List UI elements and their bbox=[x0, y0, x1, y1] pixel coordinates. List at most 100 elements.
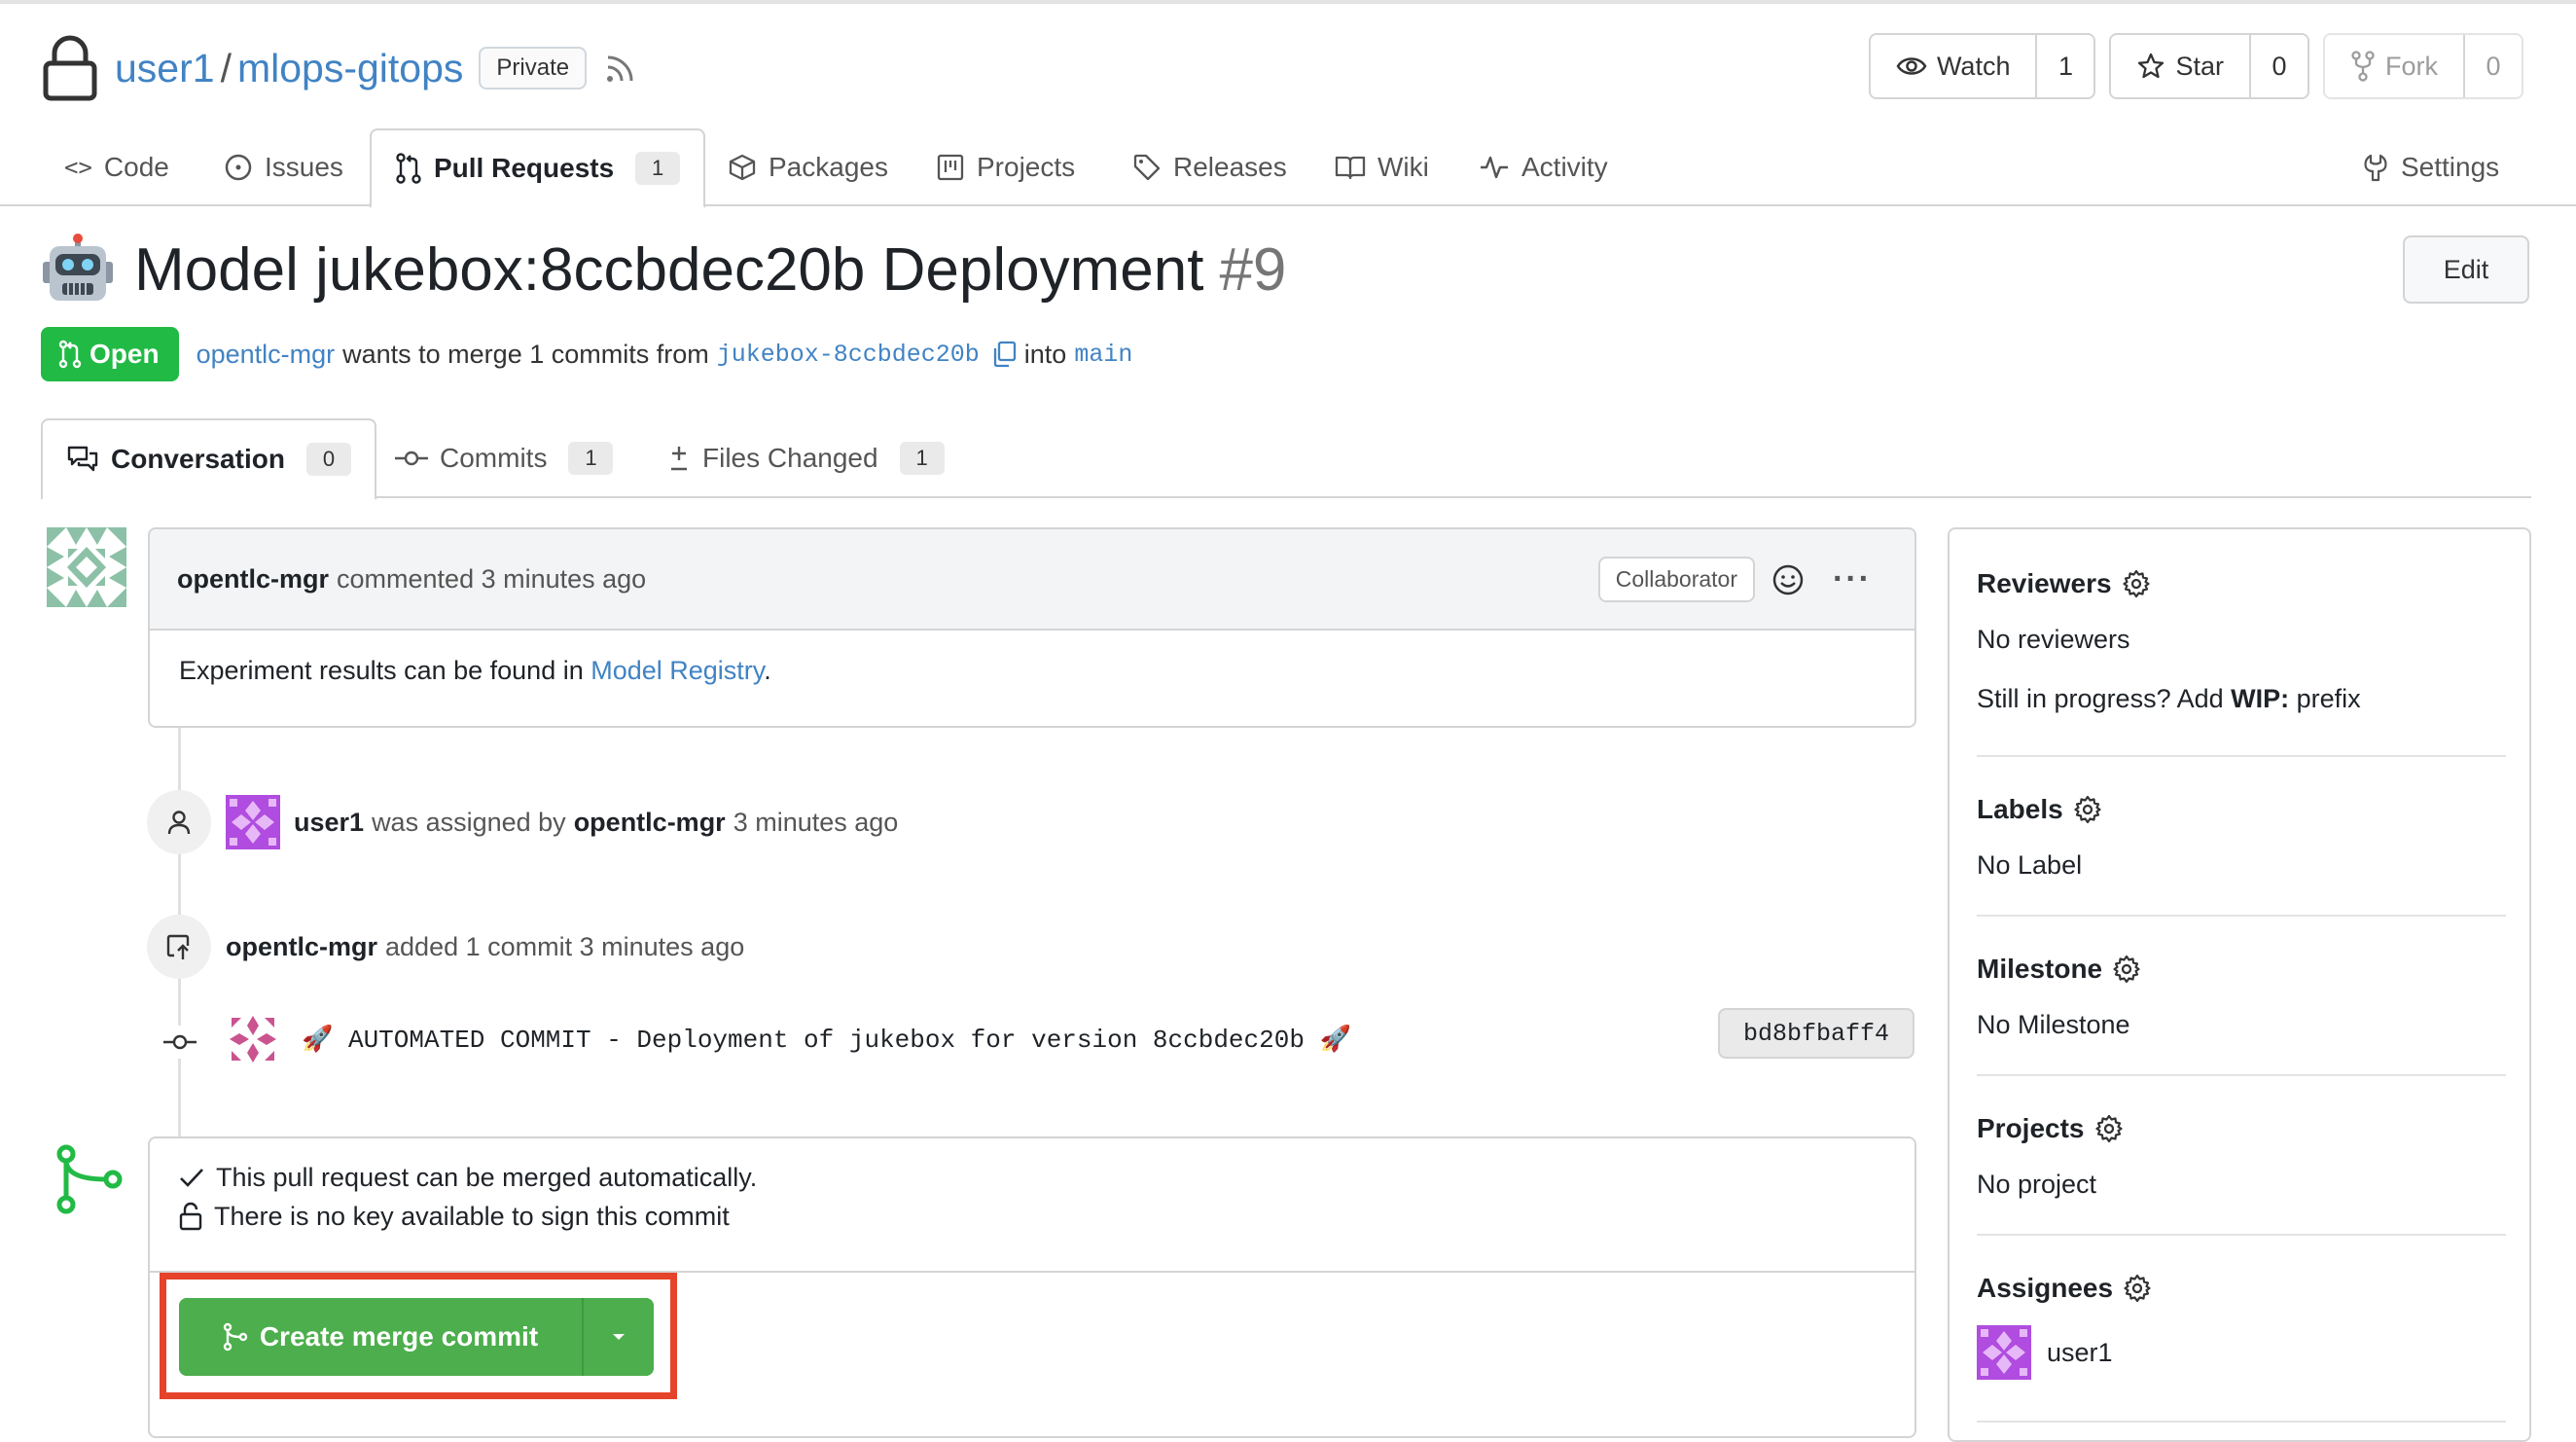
watch-label: Watch bbox=[1936, 51, 2011, 81]
labels-title: Labels bbox=[1977, 794, 2063, 824]
reviewers-section: Reviewers No reviewers Still in progress… bbox=[1977, 564, 2506, 714]
assignee-row[interactable]: user1 bbox=[1977, 1325, 2506, 1380]
comment-header: opentlc-mgr commented 3 minutes ago Coll… bbox=[150, 529, 1914, 631]
milestone-section: Milestone No Milestone bbox=[1977, 950, 2506, 1040]
user1-avatar[interactable] bbox=[226, 795, 280, 849]
commit-icon bbox=[395, 451, 428, 466]
assignee-name[interactable]: user1 bbox=[294, 808, 364, 838]
tab-conversation[interactable]: Conversation 0 bbox=[41, 418, 376, 500]
repo-header: user1 / mlops-gitops Private bbox=[41, 27, 637, 109]
milestone-heading: Milestone bbox=[1977, 950, 2506, 989]
wrench-icon bbox=[2364, 154, 2387, 182]
committer-avatar[interactable] bbox=[226, 1012, 280, 1066]
tab-files-changed[interactable]: Files Changed 1 bbox=[667, 418, 945, 498]
projects-heading: Projects bbox=[1977, 1109, 2506, 1148]
wip-hint: Still in progress? Add WIP: prefix bbox=[1977, 684, 2506, 714]
commits-added-event: opentlc-mgr added 1 commit 3 minutes ago bbox=[226, 919, 744, 975]
gear-icon[interactable] bbox=[2073, 795, 2102, 824]
tab-activity[interactable]: Activity bbox=[1479, 128, 1608, 206]
repo-name-link[interactable]: mlops-gitops bbox=[237, 46, 463, 91]
copy-icon[interactable] bbox=[991, 341, 1017, 368]
wip-tag[interactable]: WIP: bbox=[2231, 684, 2289, 713]
pr-title: Model jukebox:8ccbdec20b Deployment #9 bbox=[41, 226, 1286, 313]
tab-projects[interactable]: Projects bbox=[936, 128, 1075, 206]
pusher-name[interactable]: opentlc-mgr bbox=[226, 932, 377, 962]
unlock-icon bbox=[179, 1202, 202, 1231]
tab-wiki[interactable]: Wiki bbox=[1335, 128, 1429, 206]
assigned-text: was assigned by bbox=[372, 807, 566, 837]
reviewers-title: Reviewers bbox=[1977, 568, 2112, 598]
wip-prefix: Still in progress? Add bbox=[1977, 684, 2232, 713]
avatar[interactable] bbox=[47, 527, 126, 607]
gear-icon[interactable] bbox=[2122, 569, 2151, 598]
gear-icon[interactable] bbox=[2112, 955, 2141, 984]
tab-pull-requests-label: Pull Requests bbox=[434, 153, 615, 183]
fork-icon bbox=[2351, 51, 2375, 82]
watch-button-group: Watch 1 bbox=[1868, 33, 2096, 99]
repo-owner-link[interactable]: user1 bbox=[115, 46, 215, 91]
edit-button[interactable]: Edit bbox=[2403, 235, 2529, 304]
highlight-box bbox=[160, 1273, 677, 1399]
files-changed-count: 1 bbox=[899, 442, 945, 475]
pulse-icon bbox=[1481, 156, 1508, 179]
fork-count[interactable]: 0 bbox=[2465, 35, 2522, 97]
project-board-icon bbox=[937, 154, 964, 181]
tab-releases-label: Releases bbox=[1173, 152, 1287, 182]
repo-push-icon bbox=[147, 915, 211, 979]
tab-settings-label: Settings bbox=[2401, 152, 2500, 182]
sidebar-divider bbox=[1977, 1421, 2506, 1423]
star-button[interactable]: Star bbox=[2111, 35, 2251, 97]
commit-message[interactable]: 🚀 AUTOMATED COMMIT - Deployment of jukeb… bbox=[302, 1025, 1351, 1055]
tab-pull-requests[interactable]: Pull Requests 1 bbox=[370, 128, 706, 208]
merge-icon bbox=[56, 1144, 123, 1214]
rss-icon[interactable] bbox=[604, 52, 637, 85]
sidebar-divider bbox=[1977, 755, 2506, 757]
watch-count[interactable]: 1 bbox=[2037, 35, 2094, 97]
person-icon bbox=[147, 790, 211, 854]
emoji-reaction-icon[interactable] bbox=[1771, 562, 1806, 597]
signing-row: There is no key available to sign this c… bbox=[179, 1197, 1885, 1236]
tab-projects-label: Projects bbox=[977, 152, 1076, 182]
tag-icon bbox=[1133, 154, 1161, 181]
comment-box: opentlc-mgr commented 3 minutes ago Coll… bbox=[148, 527, 1916, 728]
star-button-group: Star 0 bbox=[2109, 33, 2309, 99]
comment-body-suffix: . bbox=[764, 656, 771, 685]
projects-title: Projects bbox=[1977, 1113, 2085, 1143]
pr-title-text: Model jukebox:8ccbdec20b Deployment bbox=[134, 235, 1204, 304]
watch-button[interactable]: Watch bbox=[1870, 35, 2038, 97]
tab-issues[interactable]: Issues bbox=[224, 128, 343, 206]
pr-state-badge: Open bbox=[41, 327, 179, 381]
wip-suffix: prefix bbox=[2289, 684, 2361, 713]
gear-icon[interactable] bbox=[2094, 1114, 2124, 1143]
mergeable-text: This pull request can be merged automati… bbox=[216, 1162, 758, 1192]
tab-releases[interactable]: Releases bbox=[1132, 128, 1287, 206]
tab-commits[interactable]: Commits 1 bbox=[395, 418, 614, 498]
assigned-by[interactable]: opentlc-mgr bbox=[574, 808, 726, 838]
assignees-section: Assignees user1 bbox=[1977, 1269, 2506, 1380]
fork-label: Fork bbox=[2385, 51, 2438, 81]
commits-count: 1 bbox=[568, 442, 614, 475]
more-options-icon[interactable]: ··· bbox=[1833, 560, 1872, 598]
commit-node-icon bbox=[163, 1026, 197, 1059]
pr-author-link[interactable]: opentlc-mgr bbox=[197, 340, 336, 370]
conversation-icon bbox=[67, 446, 98, 472]
star-count[interactable]: 0 bbox=[2251, 35, 2308, 97]
fork-button[interactable]: Fork bbox=[2325, 35, 2465, 97]
assigned-time: 3 minutes ago bbox=[733, 807, 899, 837]
eye-icon bbox=[1896, 57, 1927, 75]
milestone-value: No Milestone bbox=[1977, 1010, 2130, 1039]
star-label: Star bbox=[2175, 51, 2224, 81]
tab-code[interactable]: <> Code bbox=[64, 128, 169, 206]
model-registry-link[interactable]: Model Registry bbox=[590, 656, 764, 685]
base-branch-link[interactable]: main bbox=[1074, 341, 1132, 369]
tab-issues-label: Issues bbox=[265, 152, 343, 182]
gear-icon[interactable] bbox=[2123, 1274, 2152, 1303]
tab-settings[interactable]: Settings bbox=[2362, 128, 2499, 206]
pr-tabs: Conversation 0 Commits 1 Files Changed 1 bbox=[41, 418, 2531, 500]
pr-into-text: into bbox=[1023, 339, 1067, 369]
commit-sha-button[interactable]: bd8bfbaff4 bbox=[1718, 1008, 1914, 1059]
head-branch-link[interactable]: jukebox-8ccbdec20b bbox=[717, 341, 980, 369]
comment-author[interactable]: opentlc-mgr bbox=[177, 564, 329, 595]
tab-packages[interactable]: Packages bbox=[728, 128, 888, 206]
labels-value: No Label bbox=[1977, 850, 2083, 880]
